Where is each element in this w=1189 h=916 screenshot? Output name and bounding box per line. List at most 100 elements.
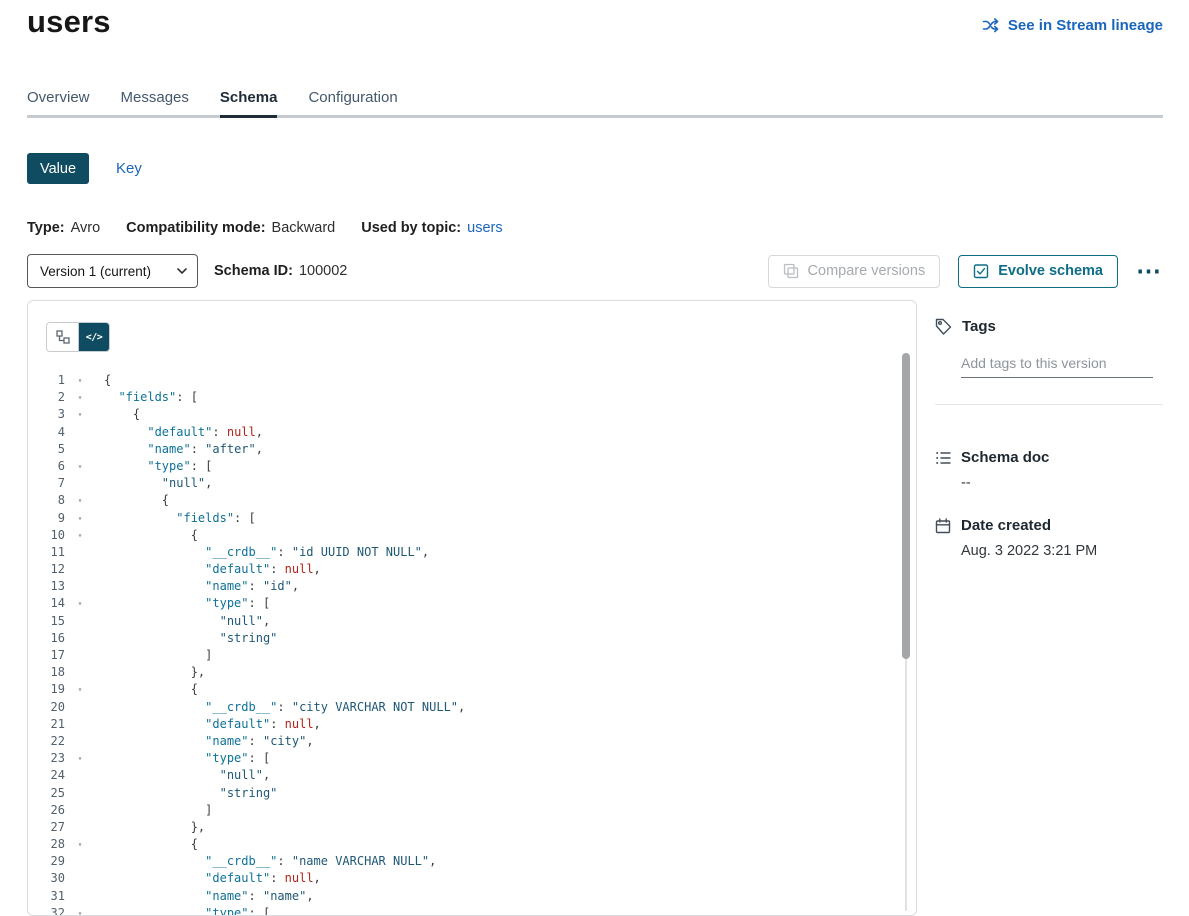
line-number: 20 (28, 699, 65, 716)
code-text: { (104, 682, 198, 696)
code-line: 8 ▾ { (28, 492, 900, 509)
tab-overview[interactable]: Overview (27, 90, 90, 115)
tree-view-button[interactable] (47, 323, 78, 351)
fold-toggle-icon[interactable]: ▾ (74, 681, 86, 698)
code-text: "string" (104, 631, 277, 645)
tag-icon (935, 318, 952, 335)
schema-controls-row: Version 1 (current) Schema ID: 100002 Co… (27, 254, 1163, 288)
tab-configuration[interactable]: Configuration (308, 90, 397, 115)
evolve-schema-label: Evolve schema (998, 263, 1103, 279)
code-text: "type": [ (104, 751, 270, 765)
code-line: 17 ] (28, 647, 900, 664)
code-text: "default": null, (104, 425, 263, 439)
line-number: 24 (28, 767, 65, 784)
fold-toggle-icon[interactable]: ▾ (74, 406, 86, 423)
topic-link[interactable]: users (467, 220, 502, 236)
line-number: 23 (28, 750, 65, 767)
tab-schema[interactable]: Schema (220, 90, 278, 115)
code-line: 2▾ "fields": [ (28, 389, 900, 406)
date-created-section: Date created Aug. 3 2022 3:21 PM (935, 517, 1163, 559)
line-number: 8 (28, 492, 65, 509)
code-line: 16 "string" (28, 630, 900, 647)
code-line: 23 ▾ "type": [ (28, 750, 900, 767)
stream-lineage-icon (982, 16, 1000, 34)
code-line: 19▾ { (28, 681, 900, 698)
code-view-button[interactable]: </> (78, 323, 109, 351)
code-line: 24 "null", (28, 767, 900, 784)
code-line: 3▾ { (28, 406, 900, 423)
line-number: 28 (28, 836, 65, 853)
fold-toggle-icon[interactable]: ▾ (74, 389, 86, 406)
code-text: "type": [ (104, 596, 270, 610)
code-text: }, (104, 665, 205, 679)
code-lines: 1▾{2▾ "fields": [3▾ {4 "default": null,5… (28, 372, 900, 915)
tab-messages[interactable]: Messages (121, 90, 189, 115)
compare-versions-button[interactable]: Compare versions (768, 255, 941, 288)
fold-toggle-icon[interactable]: ▾ (74, 458, 86, 475)
line-number: 9 (28, 510, 65, 527)
code-text: }, (104, 820, 205, 834)
code-line: 11 "__crdb__": "id UUID NOT NULL", (28, 544, 900, 561)
code-line: 22 "name": "city", (28, 733, 900, 750)
fold-toggle-icon[interactable]: ▾ (74, 510, 86, 527)
compatibility-value: Backward (272, 220, 336, 236)
used-by-topic-label: Used by topic: (361, 220, 461, 236)
tags-input[interactable] (961, 351, 1153, 378)
line-number: 25 (28, 785, 65, 802)
scrollbar-thumb[interactable] (902, 353, 910, 659)
line-number: 26 (28, 802, 65, 819)
tree-view-icon (56, 330, 70, 344)
code-line: 28▾ { (28, 836, 900, 853)
type-label: Type: (27, 220, 65, 236)
schema-doc-heading: Schema doc (961, 449, 1049, 466)
code-text: "null", (104, 768, 270, 782)
line-number: 21 (28, 716, 65, 733)
code-text: "fields": [ (104, 390, 198, 404)
code-line: 9 ▾ "fields": [ (28, 510, 900, 527)
code-text: { (104, 493, 169, 507)
key-toggle-button[interactable]: Key (116, 160, 142, 177)
code-text: "type": [ (104, 459, 212, 473)
date-created-value: Aug. 3 2022 3:21 PM (961, 543, 1163, 559)
code-text: ] (104, 648, 212, 662)
compare-versions-icon (783, 263, 799, 279)
value-toggle-button[interactable]: Value (27, 153, 89, 184)
evolve-schema-button[interactable]: Evolve schema (958, 255, 1118, 288)
line-number: 5 (28, 441, 65, 458)
more-options-button[interactable]: ⋯ (1134, 261, 1163, 281)
code-line: 20 "__crdb__": "city VARCHAR NOT NULL", (28, 699, 900, 716)
code-text: { (104, 373, 111, 387)
line-number: 13 (28, 578, 65, 595)
version-select-wrap: Version 1 (current) (27, 254, 198, 288)
code-line: 25 "string" (28, 785, 900, 802)
line-number: 32 (28, 905, 65, 915)
compare-versions-label: Compare versions (808, 263, 926, 279)
line-number: 27 (28, 819, 65, 836)
page: users See in Stream lineage Overview Mess… (0, 0, 1189, 916)
line-number: 1 (28, 372, 65, 389)
fold-toggle-icon[interactable]: ▾ (74, 750, 86, 767)
fold-toggle-icon[interactable]: ▾ (74, 527, 86, 544)
code-line: 6▾ "type": [ (28, 458, 900, 475)
code-line: 18 }, (28, 664, 900, 681)
code-text: "fields": [ (104, 511, 256, 525)
version-select[interactable]: Version 1 (current) (27, 254, 198, 288)
fold-toggle-icon[interactable]: ▾ (74, 595, 86, 612)
code-text: "__crdb__": "city VARCHAR NOT NULL", (104, 700, 465, 714)
fold-toggle-icon[interactable]: ▾ (74, 492, 86, 509)
stream-lineage-link[interactable]: See in Stream lineage (982, 16, 1163, 34)
line-number: 12 (28, 561, 65, 578)
code-line: 30 "default": null, (28, 870, 900, 887)
code-text: "name": "name", (104, 889, 314, 903)
fold-toggle-icon[interactable]: ▾ (74, 372, 86, 389)
fold-toggle-icon[interactable]: ▾ (74, 836, 86, 853)
line-number: 17 (28, 647, 65, 664)
evolve-schema-icon (973, 263, 989, 279)
code-text: "name": "after", (104, 442, 263, 456)
code-line: 27 }, (28, 819, 900, 836)
schema-doc-section: Schema doc -- (935, 449, 1163, 491)
code-line: 15 "null", (28, 613, 900, 630)
line-number: 11 (28, 544, 65, 561)
fold-toggle-icon[interactable]: ▾ (74, 905, 86, 915)
calendar-icon (935, 518, 951, 534)
